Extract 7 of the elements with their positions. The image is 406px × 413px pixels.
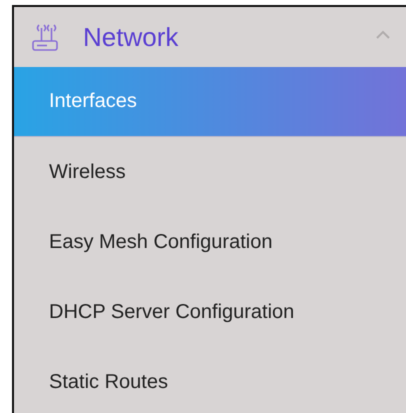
- router-icon: [31, 22, 59, 52]
- menu-item[interactable]: Easy Mesh Configuration: [14, 207, 406, 277]
- menu-item[interactable]: Static Routes: [14, 347, 406, 413]
- menu-item[interactable]: Wireless: [14, 137, 406, 207]
- menu-item[interactable]: DHCP Server Configuration: [14, 277, 406, 347]
- menu-title: Network: [83, 22, 180, 52]
- menu-header[interactable]: Network: [14, 7, 406, 67]
